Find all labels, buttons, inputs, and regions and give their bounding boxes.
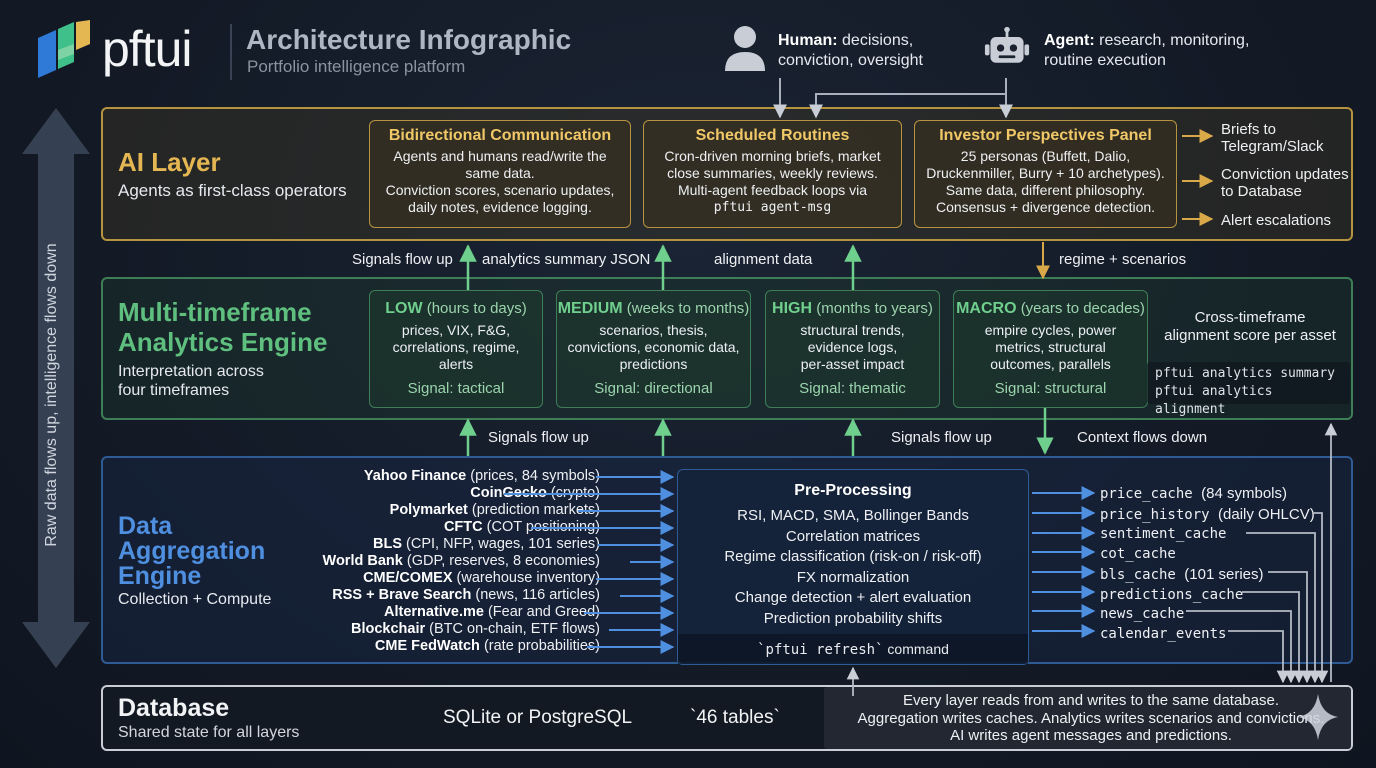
refresh-command: `pftui refresh` command <box>678 634 1028 664</box>
human-label: Human: <box>778 32 838 49</box>
list-item: CFTC (COT positioning) <box>443 519 600 535</box>
agent-msg-command: pftui agent-msg <box>713 200 832 215</box>
scheduled-routines-box: Scheduled Routines Cron-driven morning b… <box>643 120 902 228</box>
human-desc-2: conviction, oversight <box>778 52 923 69</box>
agent-desc-2: routine execution <box>1044 52 1166 69</box>
ai-layer-subtitle: Agents as first-class operators <box>118 181 347 200</box>
box-line: Consensus + divergence detection. <box>935 199 1156 215</box>
analytics-summary-command: pftui analytics summary <box>1155 366 1336 381</box>
box-line: Druckenmiller, Burry + 10 archetypes). <box>926 165 1165 181</box>
box-line: Multi-agent feedback loops via <box>677 182 868 198</box>
page-subtitle: Portfolio intelligence platform <box>247 57 466 76</box>
box-line: Regime classification (risk-on / risk-of… <box>724 548 982 565</box>
analytics-layer-title: Multi-timeframe Analytics Engine <box>118 297 328 357</box>
data-sources-list: Yahoo Finance (prices, 84 symbols) CoinG… <box>280 468 600 655</box>
flow-label-signals-up: Signals flow up <box>352 251 453 268</box>
signal-label: Signal: thematic <box>799 380 906 397</box>
list-item: cot_cache <box>1100 546 1176 563</box>
list-item: CME FedWatch (rate probabilities) <box>374 638 600 654</box>
analytics-alignment-command: pftui analytics alignment <box>1155 384 1273 417</box>
box-line: Same data, different philosophy. <box>945 182 1146 198</box>
list-item: bls_cache (101 series) <box>1100 565 1264 583</box>
list-item: news_cache <box>1100 606 1185 623</box>
list-item: Alternative.me (Fear and Greed) <box>384 604 600 620</box>
database-table-count: `46 tables` <box>690 707 780 728</box>
box-line: 25 personas (Buffett, Dalio, <box>960 148 1131 164</box>
list-item: CME/COMEX (warehouse inventory) <box>363 570 600 586</box>
human-role: Human: decisions, conviction, oversight <box>778 31 923 71</box>
box-title: Bidirectional Communication <box>388 127 612 144</box>
brand-name: pftui <box>102 21 193 77</box>
list-item: Yahoo Finance (prices, 84 symbols) <box>363 468 600 484</box>
list-item: price_history (daily OHLCV) <box>1100 505 1315 523</box>
box-line: Correlation matrices <box>785 527 921 545</box>
signal-label: Signal: structural <box>994 380 1107 397</box>
box-title: Scheduled Routines <box>695 127 850 144</box>
investor-perspectives-box: Investor Perspectives Panel 25 personas … <box>914 120 1177 228</box>
human-desc-1: decisions, <box>842 32 914 49</box>
list-item: predictions_cache <box>1100 586 1244 603</box>
analytics-commands: pftui analytics summary pftui analytics … <box>1147 362 1350 417</box>
flow-label-analytics-json: analytics summary JSON <box>482 251 651 268</box>
pftui-logo-icon <box>38 20 90 78</box>
preprocessing-title: Pre-Processing <box>794 482 912 499</box>
list-item: Blockchair (BTC on-chain, ETF flows) <box>350 621 600 637</box>
box-line: same data. <box>465 165 535 181</box>
timeframe-medium-box: MEDIUM (weeks to months) scenarios, thes… <box>556 290 751 408</box>
robot-icon <box>984 26 1030 63</box>
timeframe-high-box: HIGH (months to years) structural trends… <box>765 290 940 408</box>
signal-label: Signal: directional <box>594 380 713 397</box>
box-title: Investor Perspectives Panel <box>939 127 1152 144</box>
box-line: close summaries, weekly reviews. <box>667 165 878 181</box>
box-line: RSI, MACD, SMA, Bollinger Bands <box>737 507 969 524</box>
list-item: BLS (CPI, NFP, wages, 101 series) <box>373 536 600 552</box>
list-item: CoinGecko (crypto) <box>470 485 600 501</box>
list-item: RSS + Brave Search (news, 116 articles) <box>332 587 600 603</box>
timeframe-low-box: LOW (hours to days) prices, VIX, F&G, co… <box>369 290 543 408</box>
agent-label: Agent: <box>1044 32 1095 49</box>
list-item: Polymarket (prediction markets) <box>389 502 600 518</box>
database-engine: SQLite or PostgreSQL <box>443 707 633 728</box>
ai-layer-title: AI Layer <box>118 147 221 177</box>
box-line: daily notes, evidence logging. <box>408 199 592 215</box>
cross-timeframe-label: Cross-timeframe alignment score per asset <box>1164 309 1336 344</box>
box-line: Cron-driven morning briefs, market <box>664 148 881 164</box>
database-notes: Every layer reads from and writes to the… <box>857 692 1325 744</box>
bidirectional-communication-box: Bidirectional Communication Agents and h… <box>369 120 631 228</box>
flow-label-context-down: Context flows down <box>1077 429 1208 446</box>
signal-label: Signal: tactical <box>407 380 505 397</box>
page-title: Architecture Infographic <box>246 24 572 55</box>
output-briefs: Briefs to Telegram/Slack <box>1221 121 1324 155</box>
header-divider <box>230 24 232 80</box>
flow-label-regime: regime + scenarios <box>1059 251 1187 268</box>
list-item: calendar_events <box>1100 625 1227 642</box>
list-item: price_cache (84 symbols) <box>1100 485 1288 502</box>
flow-label-signals-up-left: Signals flow up <box>488 429 589 446</box>
preprocessing-box: Pre-Processing RSI, MACD, SMA, Bollinger… <box>677 469 1029 665</box>
box-line: Agents and humans read/write the <box>393 148 607 164</box>
list-item: World Bank (GDP, reserves, 8 economies) <box>322 553 600 569</box>
database-title: Database <box>118 694 230 722</box>
output-conviction-updates: Conviction updates to Database <box>1221 166 1349 200</box>
aggregation-layer-subtitle: Collection + Compute <box>118 591 272 608</box>
box-line: Change detection + alert evaluation <box>734 589 972 606</box>
box-line: Prediction probability shifts <box>763 609 943 627</box>
analytics-layer-subtitle: Interpretation across four timeframes <box>118 363 264 399</box>
flow-label-alignment: alignment data <box>714 251 813 268</box>
database-subtitle: Shared state for all layers <box>118 724 300 741</box>
box-line: Conviction scores, scenario updates, <box>385 182 615 198</box>
output-alert-escalations: Alert escalations <box>1221 212 1332 229</box>
list-item: sentiment_cache <box>1100 526 1227 543</box>
agent-desc-1: research, monitoring, <box>1099 32 1250 49</box>
person-icon <box>725 26 765 71</box>
flow-label-signals-up-right: Signals flow up <box>891 429 992 446</box>
agent-role: Agent: research, monitoring, routine exe… <box>1044 31 1249 71</box>
box-line: FX normalization <box>796 568 910 586</box>
timeframe-macro-box: MACRO (years to decades) empire cycles, … <box>953 290 1148 408</box>
cache-tables-list: price_cache (84 symbols) price_history (… <box>1100 484 1315 645</box>
